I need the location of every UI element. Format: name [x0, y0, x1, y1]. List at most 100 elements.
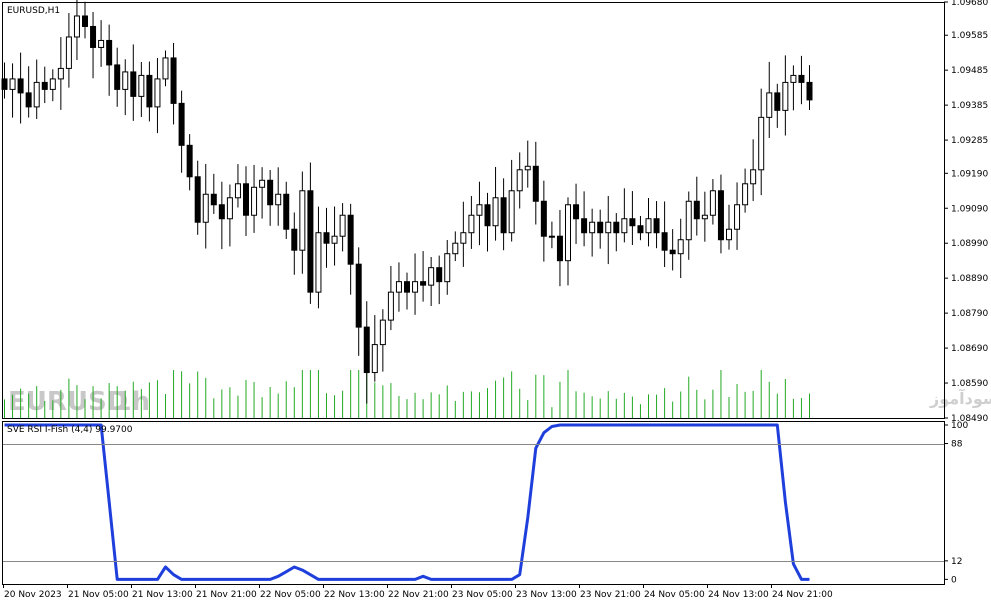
candle-body-down [291, 228, 298, 251]
candle-body-down [581, 218, 588, 234]
price-tick-label: 1.09680 [951, 0, 988, 8]
candle-body-down [573, 204, 580, 220]
time-tick-label: 21 Nov 05:00 [68, 590, 129, 600]
price-tick-label: 1.09485 [951, 66, 988, 76]
candle-body-up [709, 190, 716, 216]
candle-body-down [436, 267, 443, 283]
candle-body-up [251, 186, 258, 216]
price-tick-label: 1.09285 [951, 136, 988, 146]
candle-body-down [693, 200, 700, 220]
indicator-label: SVE RSI I-Fish (4,4) 99.9700 [7, 425, 133, 435]
candle-body-down [186, 144, 193, 178]
candle-body-down [637, 225, 644, 234]
time-tick-label: 22 Nov 21:00 [388, 590, 449, 600]
candle-body-down [178, 102, 185, 146]
indicator-tick-label: 100 [951, 421, 968, 431]
candle-body-down [661, 232, 668, 251]
candle-body-down [484, 204, 491, 227]
candle-body-down [218, 204, 225, 220]
candle-body-down [613, 221, 620, 234]
price-tick-label: 1.08590 [951, 379, 988, 389]
price-tick-label: 1.08690 [951, 344, 988, 354]
candle-body-up [428, 267, 435, 286]
candle-body-up [468, 214, 475, 234]
candle-body-up [565, 204, 571, 262]
candle-body-up [492, 197, 499, 227]
candle-body-down [556, 235, 563, 262]
candle-body-down [347, 214, 354, 265]
candle-body-up [226, 197, 233, 220]
indicator-tick-label: 0 [951, 575, 957, 585]
candle-body-up [742, 183, 749, 206]
candle-body-down [307, 190, 314, 293]
candle-body-down [500, 197, 507, 234]
candle-body-up [259, 179, 266, 188]
candle-body-down [210, 193, 217, 206]
candle-body-down [90, 25, 97, 48]
candle-body-down [597, 221, 604, 234]
candle-body-up [460, 232, 467, 244]
candle-body-up [677, 239, 684, 255]
candle-body-up [339, 214, 346, 237]
indicator-tick-label: 88 [951, 440, 963, 450]
time-tick-label: 20 Nov 2023 [4, 590, 62, 600]
candle-body-down [194, 176, 201, 223]
candle-body-down [17, 78, 24, 94]
time-tick-label: 23 Nov 05:00 [452, 590, 513, 600]
candle-body-down [363, 326, 370, 374]
watermark-site: انتشار در سایت سودآموز [929, 388, 991, 408]
candle-body-up [412, 281, 419, 293]
candle-body-up [782, 81, 789, 111]
candle-body-up [395, 281, 402, 293]
candle-body-down [130, 71, 137, 97]
candle-body-up [9, 78, 16, 90]
price-tick-label: 1.09585 [951, 31, 988, 41]
price-tick-label: 1.08890 [951, 274, 988, 284]
time-tick-label: 23 Nov 13:00 [516, 590, 577, 600]
candle-body-down [774, 92, 781, 111]
price-tick-label: 1.09090 [951, 204, 988, 214]
candle-body-down [267, 179, 274, 206]
candle-body-up [331, 235, 338, 244]
candle-body-down [323, 232, 330, 244]
candle-body-up [98, 39, 105, 48]
candle-body-down [243, 183, 249, 216]
candle-body-down [806, 81, 813, 101]
time-tick-label: 21 Nov 13:00 [132, 590, 193, 600]
price-tick-label: 1.08790 [951, 309, 988, 319]
candle-body-down [532, 165, 539, 202]
candle-body-up [315, 232, 322, 293]
price-tick-label: 1.09385 [951, 101, 988, 111]
candle-body-up [444, 253, 451, 283]
candle-body-up [138, 74, 145, 97]
candle-body-down [540, 200, 547, 237]
candle-body-down [114, 64, 121, 90]
candle-body-down [170, 57, 177, 104]
candle-body-up [766, 92, 773, 118]
candle-body-up [621, 218, 628, 234]
candle-body-down [404, 281, 410, 293]
candle-body-down [653, 218, 660, 234]
candle-body-up [758, 116, 765, 171]
candle-body-up [33, 81, 40, 108]
watermark-timeframe: 1h [113, 387, 150, 417]
candle-body-up [162, 57, 169, 80]
candle-body-down [106, 39, 113, 66]
watermark-symbol: EURUSD [8, 387, 128, 417]
chart-canvas: EURUSD 1h انتشار در سایت سودآموز EURUSD,… [0, 0, 991, 605]
candle-body-up [508, 190, 515, 234]
candle-body-up [57, 67, 64, 80]
candle-body-down [355, 263, 362, 328]
candle-body-up [548, 235, 555, 238]
candle-body-up [750, 169, 757, 185]
time-tick-label: 23 Nov 21:00 [580, 590, 641, 600]
candle-body-up [379, 319, 386, 346]
candle-body-down [717, 190, 724, 241]
candle-body-up [154, 78, 161, 108]
candle-body-up [685, 200, 692, 241]
candle-body-up [589, 221, 596, 234]
time-tick-label: 24 Nov 21:00 [772, 590, 833, 600]
candle-body-up [524, 165, 531, 171]
candle-body-up [387, 291, 394, 321]
candle-body-up [516, 169, 523, 192]
